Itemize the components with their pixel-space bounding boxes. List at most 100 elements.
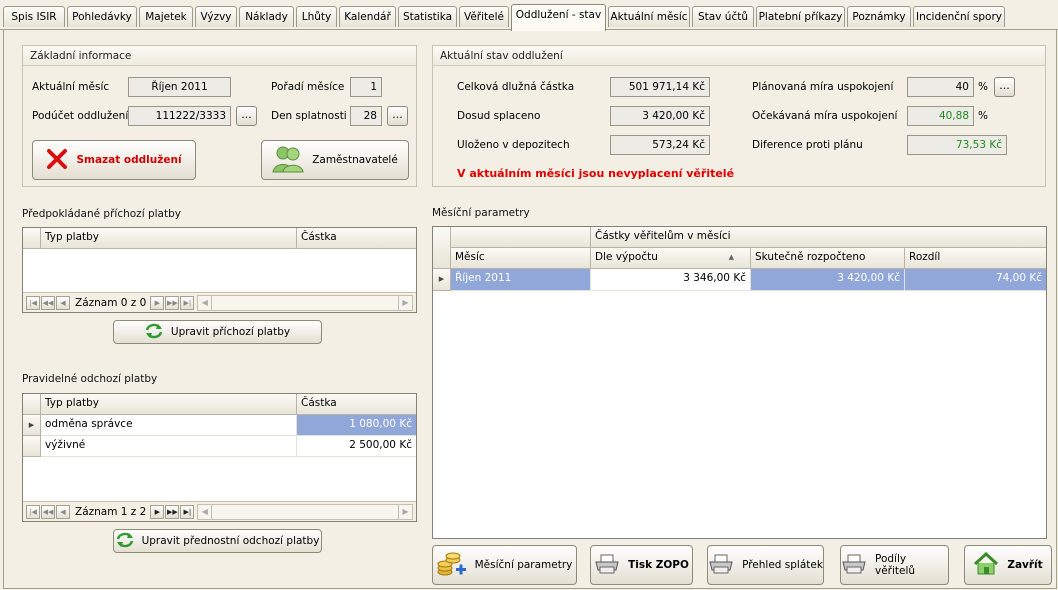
- current-row-indicator-icon: ▶: [23, 415, 41, 436]
- monthly-row-1-budget[interactable]: 3 420,00 Kč: [751, 269, 905, 291]
- tab-naklady[interactable]: Náklady: [239, 6, 294, 27]
- row-indicator: [23, 436, 41, 457]
- monthly-row-1-calc[interactable]: 3 346,00 Kč: [591, 269, 751, 291]
- subaccount-field: 111222/3333: [128, 106, 231, 126]
- printer-icon: [708, 553, 734, 578]
- employers-label: Zaměstnavatelé: [312, 154, 398, 166]
- status-title: Aktuální stav oddlužení: [433, 46, 1045, 66]
- row-indicator-header: [23, 228, 41, 249]
- tab-statistika[interactable]: Statistika: [398, 6, 457, 27]
- tab-lhuty[interactable]: Lhůty: [296, 6, 337, 27]
- tab-aktualni-mesic[interactable]: Aktuální měsíc: [608, 6, 690, 27]
- incoming-col-type[interactable]: Typ platby: [41, 228, 297, 249]
- monthly-params-button[interactable]: Měsíční parametry: [432, 545, 577, 585]
- tab-platebni-prikazy[interactable]: Platební příkazy: [756, 6, 845, 27]
- nav-next-page-icon[interactable]: ▶▶: [165, 295, 180, 310]
- outgoing-hscrollbar[interactable]: ◀ ▶: [197, 503, 413, 520]
- outgoing-payments-grid: Typ platby Částka ▶ odměna správce 1 080…: [22, 393, 417, 522]
- monthly-col-calc-label: Dle výpočtu: [595, 251, 658, 263]
- delete-debt-relief-button[interactable]: Smazat oddlužení: [32, 140, 196, 180]
- outgoing-payments-title: Pravidelné odchozí platby: [22, 373, 158, 385]
- tab-stav-uctu[interactable]: Stav účtů: [692, 6, 754, 27]
- current-row-indicator-icon: ▶: [433, 269, 451, 291]
- scroll-right-icon[interactable]: ▶: [398, 295, 412, 310]
- refresh-icon: [145, 323, 163, 342]
- tab-oddluzeni-stav[interactable]: Oddlužení - stav: [511, 4, 606, 31]
- delete-x-icon: [46, 148, 68, 173]
- monthly-col-calc[interactable]: Dle výpočtu ▲: [591, 248, 751, 269]
- home-icon: [973, 551, 999, 579]
- refresh-icon: [116, 532, 134, 551]
- paid-label: Dosud splaceno: [457, 110, 541, 122]
- monthly-col-budget[interactable]: Skutečně rozpočteno: [751, 248, 905, 269]
- nav-prev-icon[interactable]: ◀: [56, 504, 70, 519]
- outgoing-row-1-type[interactable]: odměna správce: [41, 415, 297, 436]
- tab-majetek[interactable]: Majetek: [139, 6, 193, 27]
- month-label: Aktuální měsíc: [32, 81, 110, 93]
- tab-vyzvy[interactable]: Výzvy: [195, 6, 237, 27]
- outgoing-row-1-amount[interactable]: 1 080,00 Kč: [297, 415, 416, 436]
- print-zopo-label: Tisk ZOPO: [628, 559, 689, 571]
- nav-prev-page-icon[interactable]: ◀◀: [41, 504, 55, 519]
- incoming-payments-grid: Typ platby Částka |◀ ◀◀ ◀ Záznam 0 z 0 ▶…: [22, 227, 417, 313]
- deposit-label: Uloženo v depozitech: [457, 139, 570, 151]
- month-field: Říjen 2011: [128, 77, 231, 97]
- due-day-field: 28: [350, 106, 382, 126]
- nav-next-icon[interactable]: ▶: [150, 295, 165, 310]
- incoming-col-amount[interactable]: Částka: [297, 228, 416, 249]
- outgoing-col-amount[interactable]: Částka: [297, 394, 416, 415]
- outgoing-row-2-amount[interactable]: 2 500,00 Kč: [297, 436, 416, 457]
- deposit-field: 573,24 Kč: [610, 135, 710, 155]
- scroll-right-icon[interactable]: ▶: [398, 504, 412, 519]
- monthly-params-grid: Částky věřitelům v měsíci Měsíc Dle výpo…: [432, 226, 1047, 539]
- monthly-header-blank: [451, 227, 591, 248]
- outgoing-row-2-type[interactable]: výživné: [41, 436, 297, 457]
- outgoing-col-type[interactable]: Typ platby: [41, 394, 297, 415]
- planned-rate-browse-button[interactable]: ...: [994, 77, 1015, 97]
- tab-poznamky[interactable]: Poznámky: [847, 6, 911, 27]
- nav-prev-icon[interactable]: ◀: [56, 295, 70, 310]
- planned-rate-label: Plánovaná míra uspokojení: [752, 81, 894, 93]
- monthly-col-diff[interactable]: Rozdíl: [905, 248, 1046, 269]
- nav-last-icon[interactable]: ▶|: [180, 504, 195, 519]
- nav-next-icon[interactable]: ▶: [150, 504, 165, 519]
- edit-incoming-payments-button[interactable]: Upravit příchozí platby: [113, 320, 322, 344]
- planned-rate-field: 40: [907, 77, 974, 97]
- users-icon: [272, 145, 304, 176]
- tab-kalendar[interactable]: Kalendář: [339, 6, 396, 27]
- tab-pohledavky[interactable]: Pohledávky: [67, 6, 137, 27]
- employers-button[interactable]: Zaměstnavatelé: [261, 140, 409, 180]
- edit-outgoing-payments-label: Upravit přednostní odchozí platby: [141, 535, 320, 547]
- plan-difference-label: Diference proti plánu: [752, 139, 863, 151]
- tab-spis-isir[interactable]: Spis ISIR: [3, 6, 65, 27]
- subaccount-label: Podúčet oddlužení: [32, 110, 129, 122]
- incoming-hscrollbar[interactable]: ◀ ▶: [197, 294, 413, 311]
- monthly-col-month[interactable]: Měsíc: [451, 248, 591, 269]
- nav-next-page-icon[interactable]: ▶▶: [165, 504, 180, 519]
- payment-overview-button[interactable]: Přehled splátek: [707, 545, 824, 585]
- close-button-label: Zavřít: [1007, 559, 1043, 571]
- scroll-left-icon[interactable]: ◀: [198, 504, 213, 519]
- nav-first-icon[interactable]: |◀: [26, 504, 40, 519]
- coins-icon: [437, 550, 467, 581]
- print-zopo-button[interactable]: Tisk ZOPO: [590, 545, 693, 585]
- basic-info-title: Základní informace: [23, 46, 416, 66]
- tab-veritele[interactable]: Věřitelé: [459, 6, 509, 27]
- expected-rate-field: 40,88: [907, 106, 974, 126]
- close-button[interactable]: Zavřít: [964, 545, 1052, 585]
- printer-icon: [594, 553, 620, 578]
- creditor-shares-label: Podíly věřitelů: [875, 553, 916, 577]
- due-day-browse-button[interactable]: ...: [387, 106, 408, 126]
- nav-first-icon[interactable]: |◀: [26, 295, 40, 310]
- planned-rate-percent: %: [978, 81, 988, 93]
- edit-outgoing-payments-button[interactable]: Upravit přednostní odchozí platby: [113, 529, 322, 553]
- subaccount-browse-button[interactable]: ...: [236, 106, 257, 126]
- tab-incidencni-spory[interactable]: Incidenční spory: [913, 6, 1005, 27]
- monthly-row-1-month[interactable]: Říjen 2011: [451, 269, 591, 291]
- creditor-shares-button[interactable]: Podíly věřitelů: [840, 545, 949, 585]
- nav-last-icon[interactable]: ▶|: [180, 295, 195, 310]
- nav-prev-page-icon[interactable]: ◀◀: [41, 295, 55, 310]
- scroll-left-icon[interactable]: ◀: [198, 295, 213, 310]
- sort-ascending-icon: ▲: [728, 253, 734, 261]
- monthly-row-1-diff[interactable]: 74,00 Kč: [905, 269, 1046, 291]
